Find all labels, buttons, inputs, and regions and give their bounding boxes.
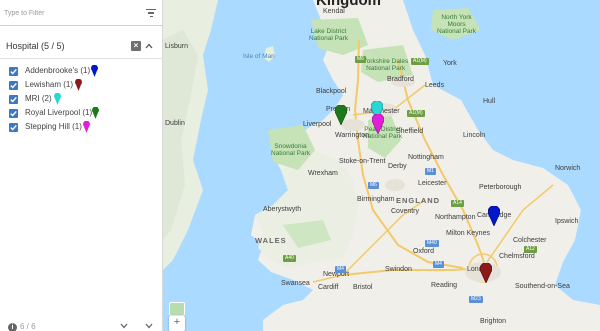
city-label: Ipswich (555, 218, 579, 225)
zoom-in-button[interactable]: + (169, 316, 185, 328)
city-label: Lisburn (165, 43, 188, 50)
map-marker-lewisham[interactable] (480, 263, 492, 283)
map-view[interactable]: Kingdom Isle of Man Lake District Nation… (163, 0, 600, 331)
city-label: Wrexham (308, 170, 338, 177)
clear-selection-icon[interactable]: × (131, 41, 141, 51)
map-type-thumbnail[interactable] (169, 302, 185, 316)
road-shield: M6 (368, 182, 379, 189)
city-label: Blackpool (316, 88, 347, 95)
road-shield: M23 (469, 296, 483, 303)
layer-panel: Hospital (5 / 5) × Addenbrooke's (1) Lew… (0, 0, 163, 331)
city-label: Sheffield (396, 128, 424, 135)
city-label: Chelmsford (499, 253, 535, 260)
city-label: Bradford (387, 76, 414, 83)
city-label: Dublin (165, 120, 185, 127)
city-label: Milton Keynes (446, 230, 490, 237)
marker-icon (75, 79, 82, 91)
zoom-control: + (169, 316, 185, 331)
city-label: Southend-on-Sea (515, 283, 570, 290)
checkbox[interactable] (9, 109, 18, 118)
marker-icon (83, 121, 90, 133)
road-shield: A14 (451, 200, 464, 207)
checkbox[interactable] (9, 67, 18, 76)
city-label: Derby (388, 163, 407, 170)
park-label: Yorkshire Dales National Park (363, 58, 409, 72)
item-label: Addenbrooke's (1) (25, 66, 91, 75)
park-label: North York Moors National Park (437, 14, 477, 35)
map-marker-addenbrookes[interactable] (488, 206, 500, 226)
city-label: Swansea (281, 280, 310, 287)
marker-icon (91, 65, 98, 77)
city-label: Northampton (435, 214, 476, 221)
panel-footer: i 6 / 6 (0, 318, 163, 331)
city-label: Cardiff (318, 284, 339, 291)
checkbox[interactable] (9, 81, 18, 90)
city-label: Reading (431, 282, 458, 289)
info-icon[interactable]: i (8, 323, 17, 331)
group-title: Hospital (5 / 5) (6, 41, 65, 51)
item-label: MRI (2) (25, 94, 52, 103)
park-label: Snowdonia National Park (271, 143, 311, 157)
city-label: Swindon (385, 266, 412, 273)
city-label: Leeds (425, 82, 445, 89)
city-label: Birmingham (357, 196, 395, 203)
road-shield: A1(M) (407, 110, 425, 117)
city-label: Liverpool (303, 121, 332, 128)
marker-icon (92, 107, 99, 119)
road-shield: M1 (425, 168, 436, 175)
city-label: Leicester (418, 180, 447, 187)
list-item-lewisham[interactable]: Lewisham (1) (9, 79, 159, 92)
list-item-addenbrookes[interactable]: Addenbrooke's (1) (9, 65, 159, 78)
result-count: 6 / 6 (20, 322, 36, 331)
road-shield: M6 (355, 56, 366, 63)
item-label: Royal Liverpool (1) (25, 108, 93, 117)
checkbox[interactable] (9, 123, 18, 132)
city-label: Peterborough (479, 184, 522, 191)
road-shield: M40 (425, 240, 439, 247)
region-label: ENGLAND (396, 196, 441, 205)
city-label: Colchester (513, 237, 547, 244)
region-label: WALES (255, 236, 287, 245)
city-label: Aberystwyth (263, 206, 302, 213)
item-label: Lewisham (1) (25, 80, 74, 89)
road-shield: A1(M) (411, 58, 429, 65)
hospital-group-header[interactable]: Hospital (5 / 5) × (0, 38, 163, 56)
map-marker-royal-liverpool[interactable] (335, 105, 347, 125)
item-label: Stepping Hill (1) (25, 122, 82, 131)
city-label: Lincoln (463, 132, 486, 139)
city-label: Stoke-on-Trent (339, 158, 386, 165)
filter-icon[interactable] (146, 9, 156, 17)
city-label: Bristol (353, 284, 373, 291)
filter-bar (0, 0, 163, 26)
city-label: Hull (483, 98, 496, 105)
map-marker-stepping-hill[interactable] (372, 114, 384, 134)
island-label: Isle of Man (243, 53, 275, 60)
chevron-down-icon[interactable] (145, 323, 153, 329)
city-label: Kendal (323, 8, 345, 15)
city-label: York (443, 60, 457, 67)
map-base (163, 0, 600, 331)
city-label: Nottingham (408, 154, 444, 161)
chevron-up-icon[interactable] (145, 42, 153, 50)
city-label: Coventry (391, 208, 420, 215)
city-label: Oxford (413, 248, 435, 255)
park-label: Lake District National Park (309, 28, 349, 42)
list-item-stepping-hill[interactable]: Stepping Hill (1) (9, 121, 159, 134)
marker-icon (54, 93, 61, 105)
divider (0, 58, 163, 59)
road-shield: A40 (283, 255, 296, 262)
road-shield: M4 (433, 261, 444, 268)
city-label: Norwich (555, 165, 581, 172)
list-item-mri[interactable]: MRI (2) (9, 93, 159, 106)
city-label: Brighton (480, 318, 507, 325)
chevron-down-icon[interactable] (120, 323, 128, 329)
list-item-royal-liverpool[interactable]: Royal Liverpool (1) (9, 107, 159, 120)
city-label: Warrington (335, 132, 369, 139)
road-shield: A12 (524, 246, 537, 253)
filter-input[interactable] (4, 6, 136, 20)
checkbox[interactable] (9, 95, 18, 104)
road-shield: M4 (335, 266, 346, 273)
